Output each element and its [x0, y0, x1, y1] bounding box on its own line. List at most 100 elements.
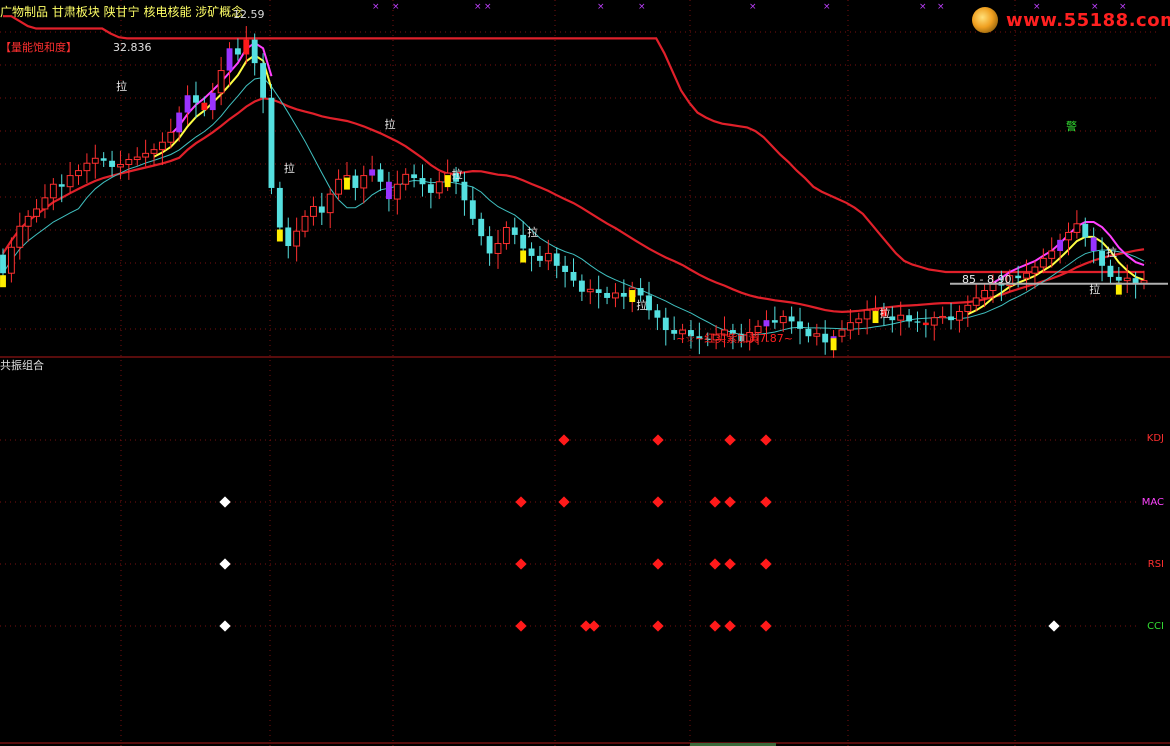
pull-label: 拉	[1106, 245, 1117, 259]
top-marker: ×	[919, 2, 927, 12]
candle-body	[528, 248, 535, 256]
signal-diamond	[760, 434, 772, 446]
candle-body	[117, 163, 124, 168]
candle-body	[486, 236, 493, 254]
candle-body	[948, 316, 954, 321]
candle-body	[352, 175, 359, 188]
signal-diamond	[219, 496, 231, 508]
candle-body	[251, 39, 258, 64]
candle-body	[771, 320, 778, 323]
candle-body	[478, 218, 485, 237]
candle-body	[193, 95, 199, 103]
signal-diamond	[724, 558, 736, 570]
candle-body	[16, 225, 24, 248]
signal-diamond	[1048, 620, 1060, 632]
candle-body	[83, 162, 91, 172]
candle-body	[41, 197, 49, 210]
row-label-rsi: RSI	[1147, 559, 1164, 570]
candle-body	[906, 315, 913, 322]
candle-body	[318, 206, 325, 213]
signal-diamond	[724, 496, 736, 508]
candle-body	[578, 280, 585, 292]
candle-body	[301, 215, 309, 232]
candle-body	[930, 317, 938, 326]
signal-bar	[872, 311, 879, 324]
chart-canvas[interactable]: × × × × × × × × × × × × ×拉拉拉拉拉拉拉拉拉	[0, 0, 1170, 746]
top-marker: ×	[474, 2, 482, 12]
candle-body	[66, 175, 74, 188]
buy-signal-text: ~☆~红买紫加黄7.87~	[676, 332, 794, 345]
candle-body	[7, 246, 15, 274]
top-marker: ×	[597, 2, 605, 12]
signal-bar	[830, 338, 837, 351]
candle-body	[570, 271, 577, 281]
candle-body	[838, 329, 846, 337]
candle-body	[0, 254, 6, 274]
candle-body	[922, 322, 929, 326]
candle-body	[612, 292, 619, 299]
signal-diamond	[724, 434, 736, 446]
candle-body	[402, 173, 410, 185]
candle-body	[385, 181, 392, 200]
candle-body	[293, 230, 301, 247]
candle-body	[435, 181, 443, 194]
candle-body	[234, 48, 241, 55]
candle-body	[176, 112, 183, 133]
candle-body	[268, 97, 275, 188]
signal-diamond	[760, 496, 772, 508]
signal-bar	[276, 229, 283, 242]
signal-diamond	[652, 496, 664, 508]
candle-body	[24, 215, 32, 227]
candle-body	[1099, 250, 1105, 266]
signal-diamond	[588, 620, 600, 632]
candle-body	[494, 243, 502, 254]
site-logo[interactable]: www.55188.com	[970, 4, 1170, 38]
signal-diamond	[558, 434, 570, 446]
candle-body	[763, 320, 770, 327]
top-marker: ×	[937, 2, 945, 12]
row-label-cci: CCI	[1147, 621, 1164, 632]
candle-body	[217, 70, 225, 94]
signal-diamond	[219, 558, 231, 570]
candle-body	[427, 184, 434, 193]
signal-diamond	[760, 620, 772, 632]
candle-body	[184, 95, 191, 113]
pull-label: 拉	[385, 117, 396, 131]
candle-body	[91, 157, 99, 164]
top-marker: ×	[638, 2, 646, 12]
candle-body	[285, 227, 292, 247]
signal-diamond	[515, 558, 527, 570]
lower-panel-title: 共振组合	[0, 359, 44, 372]
signal-diamond	[760, 558, 772, 570]
top-marker: ×	[749, 2, 757, 12]
sector-tags: 广物制品 甘肃板块 陕甘宁 核电核能 涉矿概念	[0, 5, 244, 19]
ma-slow-line	[2, 76, 1145, 336]
candle-body	[1048, 250, 1056, 259]
pull-label: 拉	[284, 161, 295, 175]
candle-body	[150, 149, 158, 154]
candle-body	[797, 321, 803, 329]
pull-label: 拉	[880, 306, 891, 320]
signal-diamond	[709, 558, 721, 570]
top-marker: ×	[823, 2, 831, 12]
range-label: 85 - 8.90	[962, 273, 1012, 286]
top-marker: ×	[392, 2, 400, 12]
candle-body	[654, 310, 661, 318]
signal-bar	[0, 275, 6, 288]
candle-body	[662, 317, 669, 331]
candle-body	[846, 322, 854, 331]
current-price-label: 12.59	[233, 8, 265, 21]
candle-body	[1031, 266, 1039, 274]
candle-body	[1123, 277, 1131, 282]
signal-diamond	[515, 496, 527, 508]
candle-body	[75, 170, 82, 177]
candle-body	[309, 205, 317, 217]
candle-body	[461, 181, 468, 201]
signal-diamond	[652, 558, 664, 570]
candle-body	[100, 158, 107, 161]
logo-text: www.55188.com	[1006, 10, 1170, 31]
warning-label: 警	[1066, 120, 1077, 133]
signal-bar	[629, 290, 636, 303]
signal-diamond	[515, 620, 527, 632]
candle-body	[260, 63, 267, 98]
